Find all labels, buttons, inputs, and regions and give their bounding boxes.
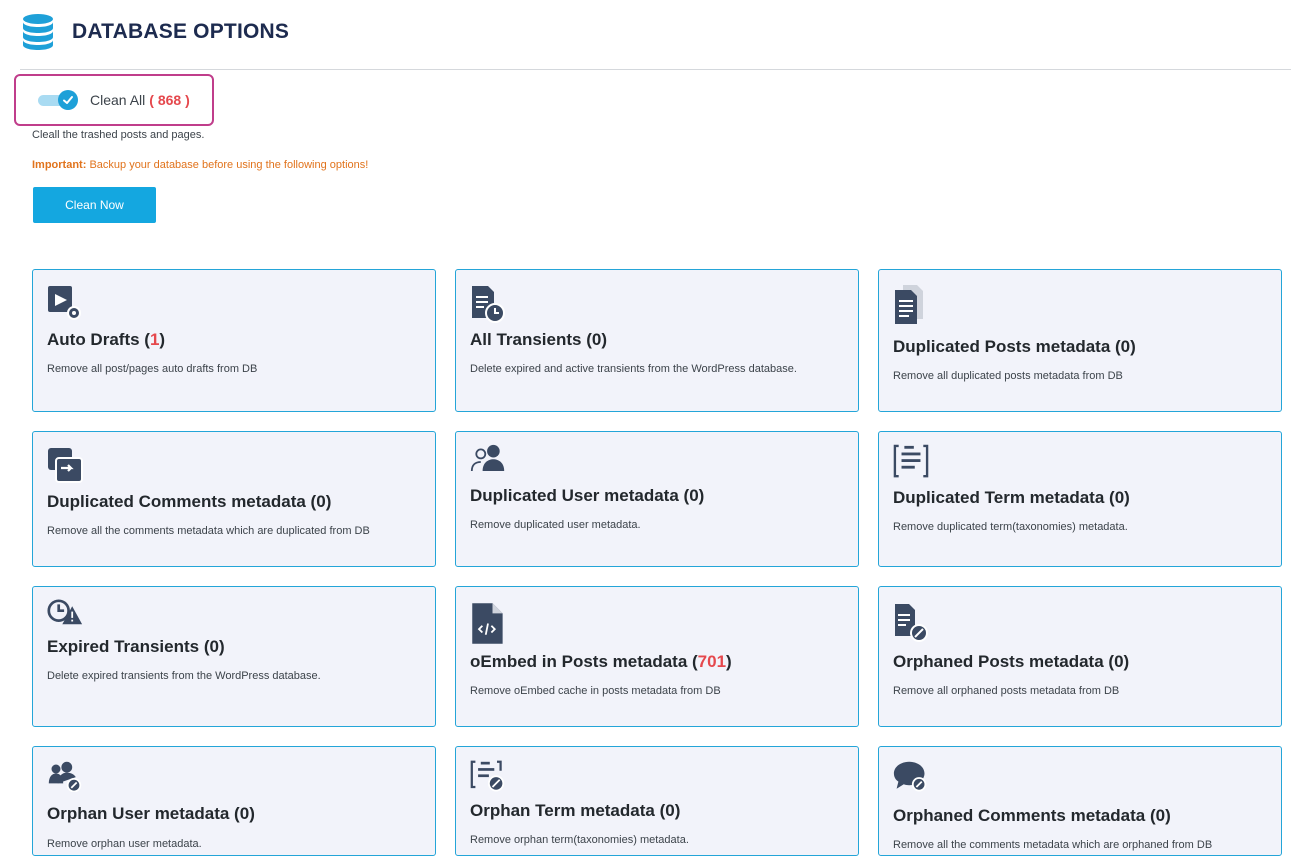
transients-clock-icon xyxy=(470,284,506,324)
option-count-close: ) xyxy=(674,801,681,820)
option-name: oEmbed in Posts metadata ( xyxy=(470,652,698,671)
option-card[interactable]: Auto Drafts (1) Remove all post/pages aut… xyxy=(32,269,436,412)
header-divider xyxy=(20,69,1291,70)
option-title: Auto Drafts (1) xyxy=(47,330,165,350)
option-count: 701 xyxy=(697,652,727,671)
term-list-icon xyxy=(893,444,929,484)
orphan-users-broom-icon xyxy=(47,760,83,800)
option-count: 0 xyxy=(1120,337,1131,356)
expired-warning-icon xyxy=(47,599,83,639)
option-name: Expired Transients ( xyxy=(47,637,210,656)
option-count: 1 xyxy=(149,330,160,349)
clean-now-button[interactable]: Clean Now xyxy=(33,187,156,223)
option-count-close: ) xyxy=(726,652,732,671)
option-card[interactable]: Duplicated Term metadata (0) Remove dupli… xyxy=(878,431,1282,567)
option-count-close: ) xyxy=(1130,337,1136,356)
orphan-post-broom-icon xyxy=(893,602,929,642)
option-card[interactable]: Orphan User metadata (0) Remove orphan us… xyxy=(32,746,436,856)
option-title: Orphaned Comments metadata (0) xyxy=(893,806,1171,826)
option-count-close: ) xyxy=(601,330,608,349)
option-description: Delete expired and active transients fro… xyxy=(470,363,797,375)
clean-all-description: Cleall the trashed posts and pages. xyxy=(32,129,205,141)
database-icon xyxy=(23,14,53,50)
option-count: 0 xyxy=(665,801,675,820)
clean-all-count: ( 868 ) xyxy=(149,92,190,108)
option-card[interactable]: Duplicated User metadata (0) Remove dupli… xyxy=(455,431,859,567)
option-count-close: ) xyxy=(159,330,166,349)
option-description: Remove oEmbed cache in posts metadata fr… xyxy=(470,685,721,697)
auto-drafts-icon xyxy=(47,284,83,324)
option-card[interactable]: Duplicated Posts metadata (0) Remove all … xyxy=(878,269,1282,412)
option-title: Orphan Term metadata (0) xyxy=(470,801,680,821)
important-label: Important: xyxy=(32,159,87,171)
option-count-close: ) xyxy=(218,637,225,656)
option-name: Auto Drafts ( xyxy=(47,330,150,349)
orphan-term-broom-icon xyxy=(470,760,506,800)
page-title: DATABASE OPTIONS xyxy=(72,20,290,43)
option-description: Remove orphan term(taxonomies) metadata. xyxy=(470,834,689,846)
option-name: Orphaned Comments metadata ( xyxy=(893,806,1156,825)
option-title: Duplicated User metadata (0) xyxy=(470,486,704,506)
option-name: Orphan Term metadata ( xyxy=(470,801,666,820)
option-title: Duplicated Term metadata (0) xyxy=(893,488,1130,508)
option-title: Orphan User metadata (0) xyxy=(47,804,255,824)
option-card[interactable]: oEmbed in Posts metadata (701) Remove oEm… xyxy=(455,586,859,727)
option-description: Delete expired transients from the WordP… xyxy=(47,670,321,682)
option-count: 0 xyxy=(1155,806,1166,825)
option-name: Orphaned Posts metadata ( xyxy=(893,652,1115,671)
option-card[interactable]: Expired Transients (0) Delete expired tra… xyxy=(32,586,436,727)
users-icon xyxy=(470,444,506,484)
option-count: 0 xyxy=(1114,652,1124,671)
option-card[interactable]: Duplicated Comments metadata (0) Remove a… xyxy=(32,431,436,567)
option-count-close: ) xyxy=(325,492,332,511)
option-count: 0 xyxy=(209,637,219,656)
clean-all-label: Clean All xyxy=(90,92,146,108)
option-count-close: ) xyxy=(1123,652,1130,671)
duplicate-document-icon xyxy=(893,284,929,324)
option-description: Remove duplicated term(taxonomies) metad… xyxy=(893,521,1128,533)
option-title: oEmbed in Posts metadata (701) xyxy=(470,652,732,672)
option-count-close: ) xyxy=(249,804,255,823)
option-count-close: ) xyxy=(1165,806,1171,825)
option-count-close: ) xyxy=(1124,488,1130,507)
option-description: Remove all the comments metadata which a… xyxy=(47,525,370,537)
option-description: Remove all orphaned posts metadata from … xyxy=(893,685,1120,697)
clean-all-option: Clean All ( 868 ) xyxy=(14,74,214,126)
option-card[interactable]: Orphan Term metadata (0) Remove orphan te… xyxy=(455,746,859,856)
option-name: Duplicated Term metadata ( xyxy=(893,488,1115,507)
option-count: 0 xyxy=(591,330,602,349)
option-card[interactable]: Orphaned Comments metadata (0) Remove all… xyxy=(878,746,1282,856)
page-header: DATABASE OPTIONS xyxy=(22,12,289,52)
option-count-close: ) xyxy=(698,486,705,505)
duplicate-comments-icon xyxy=(47,446,83,486)
option-count: 0 xyxy=(239,804,250,823)
option-name: All Transients ( xyxy=(470,330,592,349)
option-description: Remove all duplicated posts metadata fro… xyxy=(893,370,1123,382)
option-description: Remove all post/pages auto drafts from D… xyxy=(47,363,258,375)
option-title: Expired Transients (0) xyxy=(47,637,225,657)
option-title: Orphaned Posts metadata (0) xyxy=(893,652,1129,672)
orphan-comments-broom-icon xyxy=(893,760,929,800)
clean-all-toggle[interactable] xyxy=(36,90,82,110)
code-file-icon xyxy=(470,601,506,644)
option-card[interactable]: All Transients (0) Delete expired and act… xyxy=(455,269,859,412)
option-title: Duplicated Posts metadata (0) xyxy=(893,337,1136,357)
option-card[interactable]: Orphaned Posts metadata (0) Remove all or… xyxy=(878,586,1282,727)
option-name: Duplicated Comments metadata ( xyxy=(47,492,317,511)
check-icon xyxy=(58,90,78,110)
important-text: Backup your database before using the fo… xyxy=(86,159,369,171)
option-title: All Transients (0) xyxy=(470,330,607,350)
option-name: Orphan User metadata ( xyxy=(47,804,240,823)
option-count: 0 xyxy=(689,486,699,505)
option-description: Remove all the comments metadata which a… xyxy=(893,839,1213,851)
option-name: Duplicated User metadata ( xyxy=(470,486,690,505)
option-description: Remove duplicated user metadata. xyxy=(470,519,641,531)
option-description: Remove orphan user metadata. xyxy=(47,838,202,850)
option-count: 0 xyxy=(1114,488,1125,507)
option-title: Duplicated Comments metadata (0) xyxy=(47,492,331,512)
option-name: Duplicated Posts metadata ( xyxy=(893,337,1121,356)
option-count: 0 xyxy=(316,492,326,511)
important-notice: Important: Backup your database before u… xyxy=(32,159,368,171)
